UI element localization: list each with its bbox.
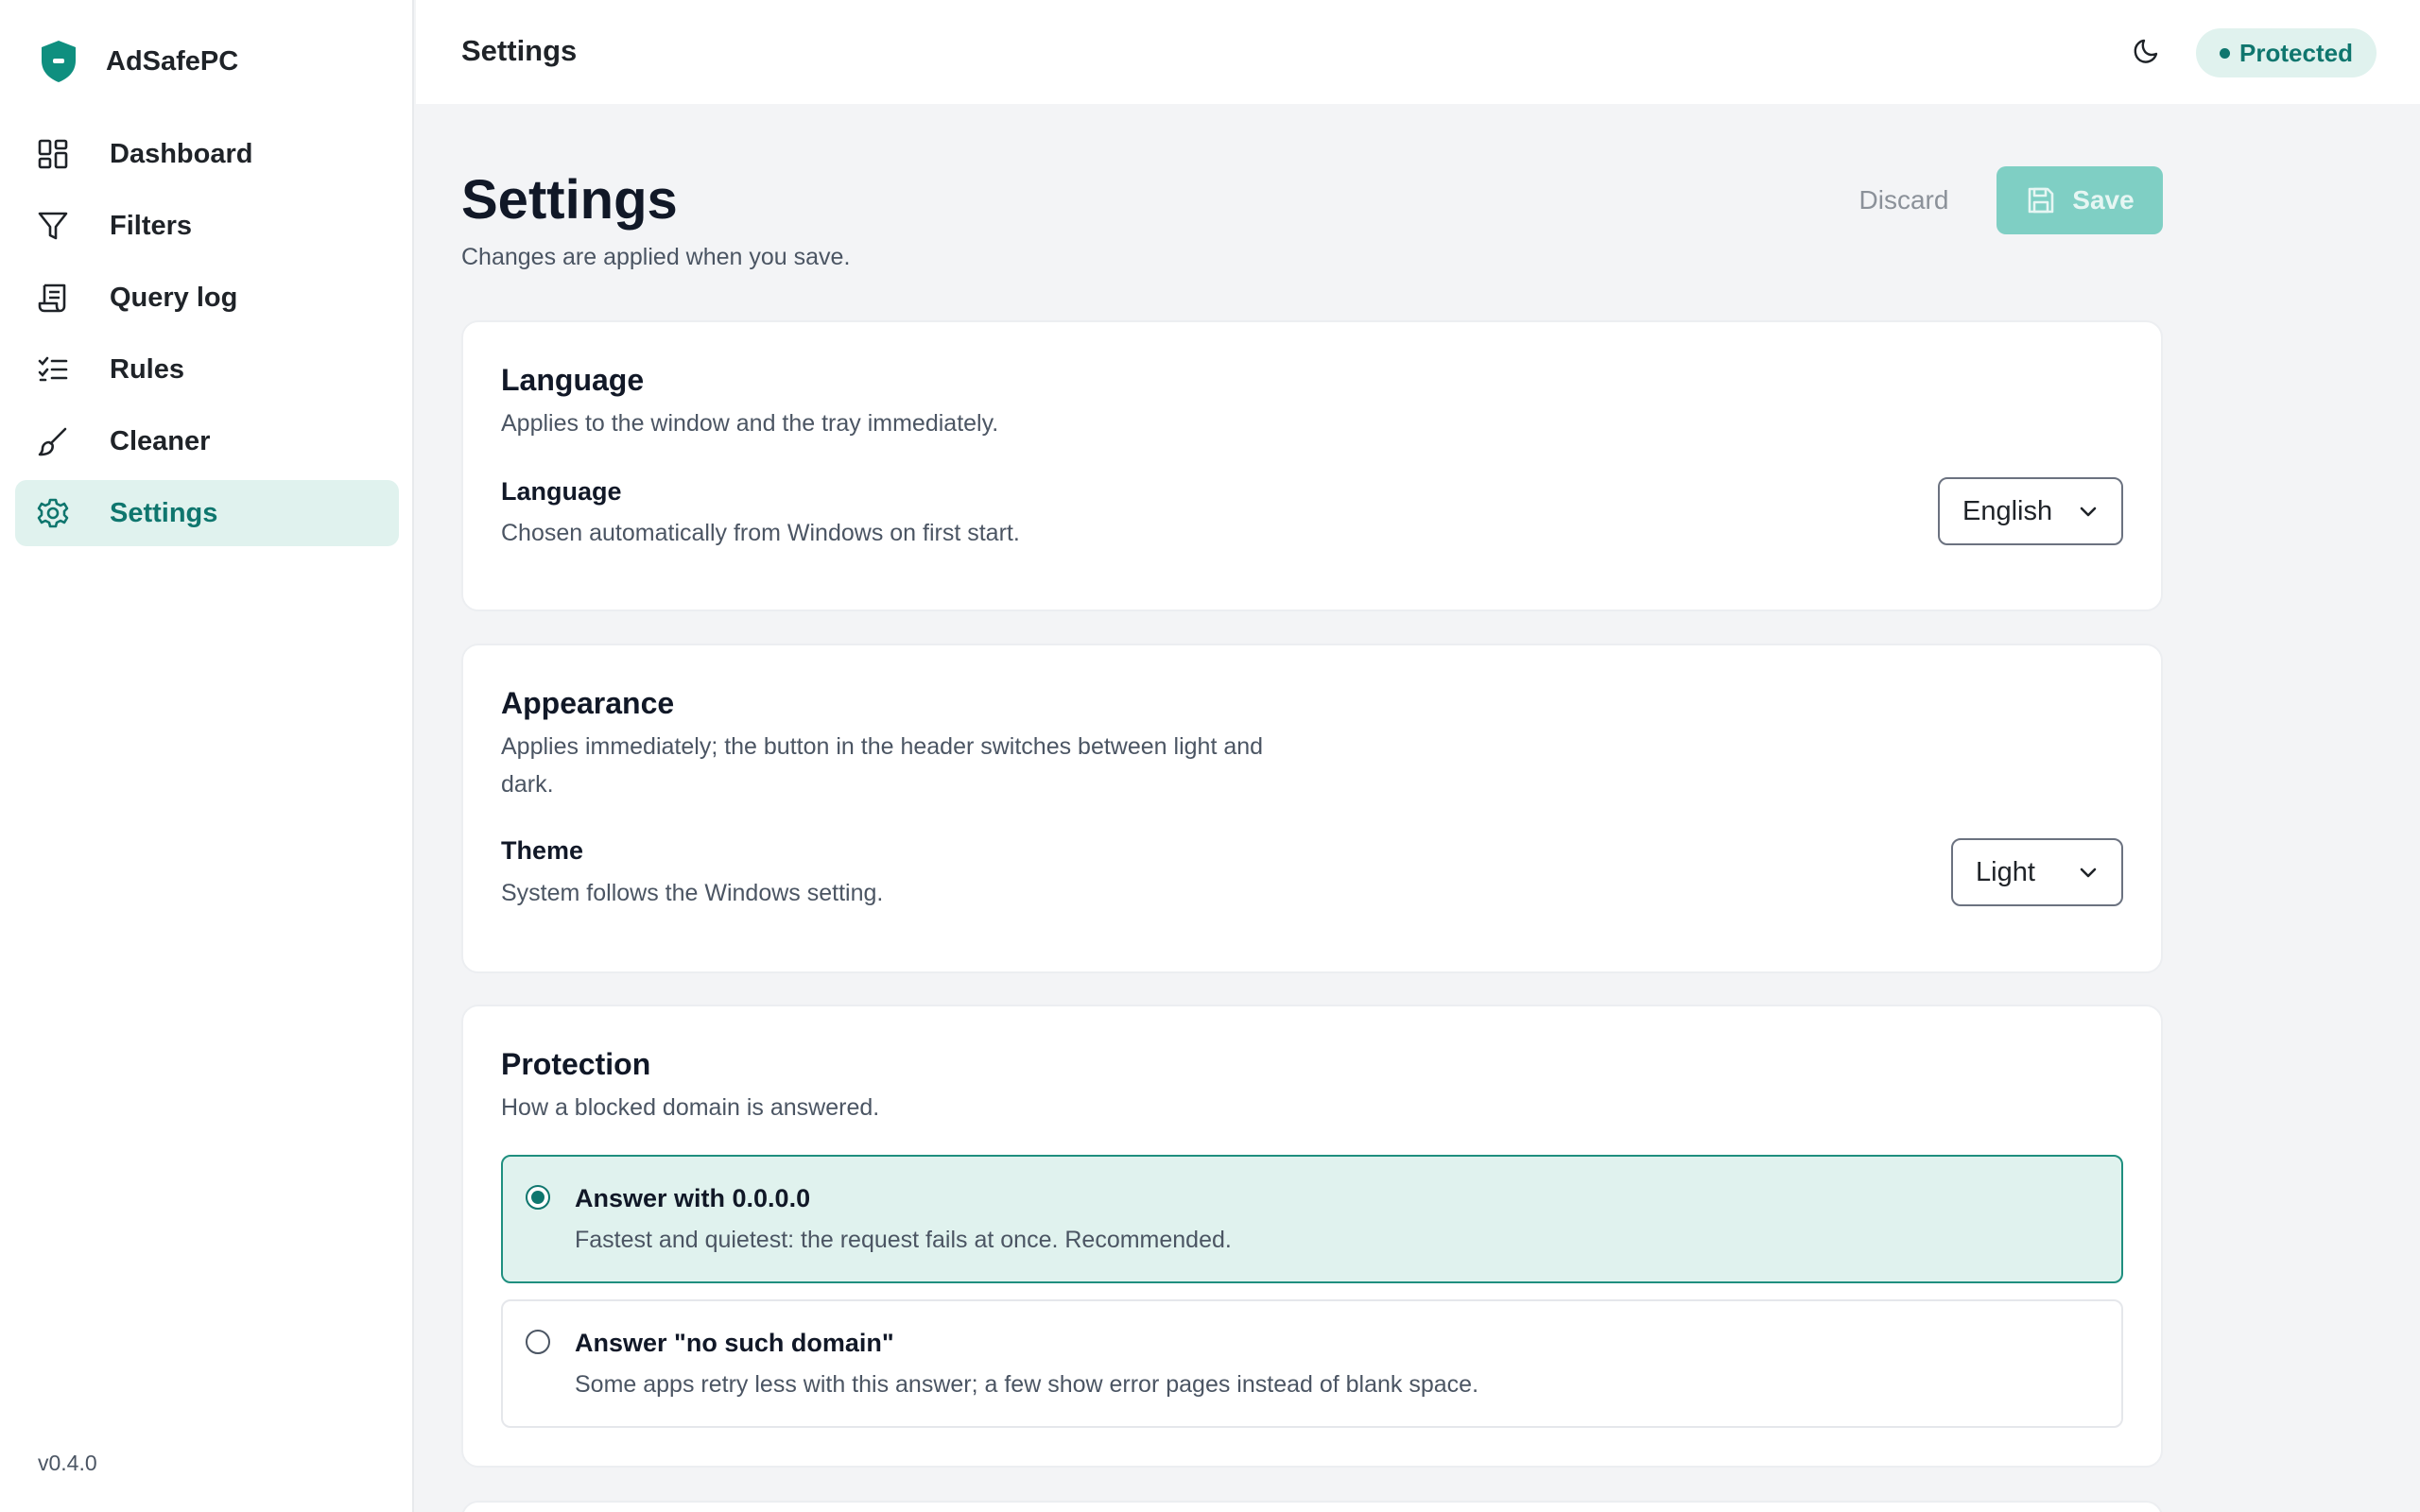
language-setting-label: Language (501, 477, 622, 506)
sidebar-item-rules[interactable]: Rules (15, 336, 399, 403)
language-card: Language Applies to the window and the t… (461, 320, 2163, 611)
page-title: Settings (461, 169, 678, 231)
app-window: AdSafePC Dashboard Filters Query log Rul… (0, 0, 2420, 1512)
app-name: AdSafePC (106, 45, 239, 77)
header-title: Settings (461, 34, 578, 67)
card-title: Language (501, 363, 645, 397)
top-bar: Settings Protected (416, 0, 2420, 104)
card-description-line2: dark. (501, 771, 554, 798)
radio-button-unchecked[interactable] (526, 1330, 550, 1354)
block-mode-option-nxdomain[interactable]: Answer "no such domain" Some apps retry … (501, 1299, 2123, 1428)
brand: AdSafePC (38, 38, 238, 85)
save-button-label: Save (2072, 185, 2135, 215)
sidebar-item-label: Query log (110, 282, 238, 313)
card-title: Protection (501, 1047, 651, 1081)
filter-icon (36, 209, 70, 243)
radio-button-checked[interactable] (526, 1185, 550, 1210)
sidebar-item-label: Rules (110, 353, 184, 385)
sidebar-nav: Dashboard Filters Query log Rules Cleane… (15, 121, 399, 552)
option-title: Answer "no such domain" (575, 1329, 894, 1357)
floppy-disk-icon (2025, 184, 2057, 216)
save-button[interactable]: Save (1996, 166, 2163, 234)
language-select[interactable]: English (1938, 477, 2123, 545)
language-select-value: English (1962, 495, 2053, 526)
moon-icon (2131, 36, 2161, 71)
theme-toggle-button[interactable] (2127, 34, 2165, 72)
appearance-card: Appearance Applies immediately; the butt… (461, 644, 2163, 973)
version-label: v0.4.0 (38, 1451, 97, 1475)
sidebar: AdSafePC Dashboard Filters Query log Rul… (0, 0, 414, 1512)
option-title: Answer with 0.0.0.0 (575, 1184, 811, 1212)
chevron-down-icon (2076, 861, 2100, 885)
theme-select-value: Light (1976, 856, 2035, 887)
sidebar-item-settings[interactable]: Settings (15, 480, 399, 546)
gear-icon (36, 496, 70, 530)
discard-button[interactable]: Discard (1834, 167, 1974, 233)
card-description-line1: Applies immediately; the button in the h… (501, 733, 1264, 760)
sidebar-item-cleaner[interactable]: Cleaner (15, 408, 399, 474)
sidebar-item-label: Filters (110, 210, 193, 241)
chevron-down-icon (2076, 500, 2100, 524)
sidebar-item-label: Cleaner (110, 425, 211, 456)
option-description: Fastest and quietest: the request fails … (575, 1227, 1232, 1253)
radio-dot-icon (531, 1191, 544, 1204)
status-text: Protected (2239, 38, 2353, 67)
status-badge: Protected (2196, 28, 2377, 77)
dashboard-icon (36, 137, 70, 171)
card-title: Appearance (501, 686, 675, 720)
sidebar-item-filters[interactable]: Filters (15, 193, 399, 259)
theme-select[interactable]: Light (1951, 838, 2123, 906)
sidebar-item-dashboard[interactable]: Dashboard (15, 121, 399, 187)
theme-setting-label: Theme (501, 836, 584, 865)
scroll-icon (36, 281, 70, 315)
option-description: Some apps retry less with this answer; a… (575, 1371, 1479, 1398)
protection-card: Protection How a blocked domain is answe… (461, 1005, 2163, 1468)
card-description: How a blocked domain is answered. (501, 1094, 880, 1121)
shield-logo-icon (38, 38, 79, 85)
next-card-edge (461, 1501, 2163, 1512)
sidebar-item-query-log[interactable]: Query log (15, 265, 399, 331)
sidebar-item-label: Settings (110, 497, 218, 528)
theme-setting-help: System follows the Windows setting. (501, 880, 884, 906)
brush-icon (36, 424, 70, 458)
checklist-icon (36, 352, 70, 387)
card-description: Applies to the window and the tray immed… (501, 410, 999, 437)
status-dot-icon (2220, 47, 2231, 59)
language-setting-help: Chosen automatically from Windows on fir… (501, 520, 1020, 546)
block-mode-option-null-ip[interactable]: Answer with 0.0.0.0 Fastest and quietest… (501, 1155, 2123, 1283)
sidebar-item-label: Dashboard (110, 138, 253, 169)
page-subtitle: Changes are applied when you save. (461, 244, 851, 270)
